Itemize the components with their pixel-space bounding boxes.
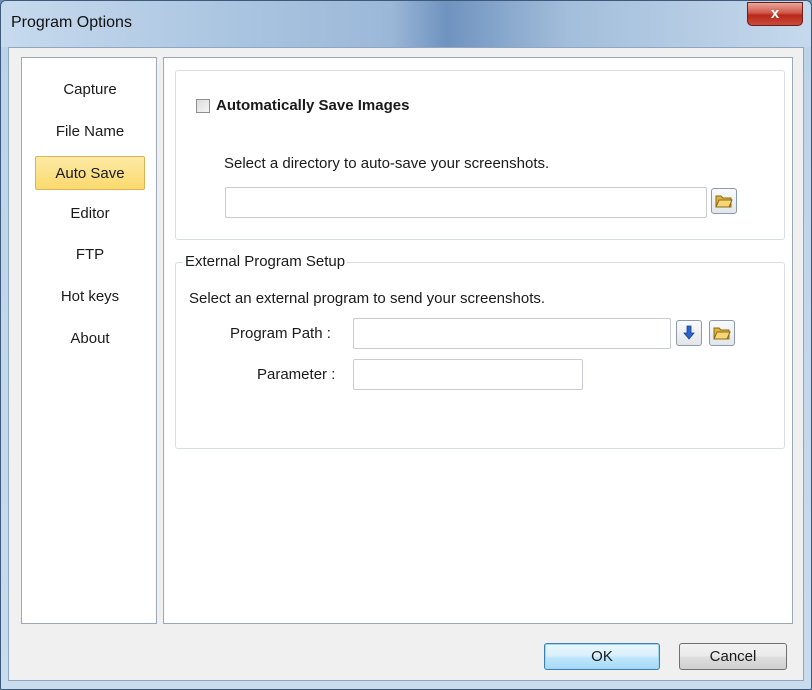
sidebar-item-about[interactable]: About <box>35 322 145 356</box>
sidebar-item-file-name[interactable]: File Name <box>35 115 145 149</box>
title-bar[interactable]: Program Options x <box>1 1 811 47</box>
dialog-client-area: Capture File Name Auto Save Editor FTP H… <box>8 47 804 681</box>
auto-save-checkbox[interactable] <box>196 99 210 113</box>
sidebar-item-hot-keys[interactable]: Hot keys <box>35 280 145 314</box>
auto-save-group: Automatically Save Images Select a direc… <box>175 70 785 240</box>
parameter-label: Parameter : <box>257 366 336 383</box>
program-path-field[interactable] <box>353 318 671 349</box>
sidebar-item-capture[interactable]: Capture <box>35 73 145 107</box>
window-title: Program Options <box>11 14 132 31</box>
program-path-label: Program Path : <box>230 325 331 342</box>
external-program-group: External Program Setup Select an externa… <box>175 253 785 449</box>
folder-open-icon <box>715 195 733 208</box>
auto-save-checkbox-label[interactable]: Automatically Save Images <box>216 97 409 114</box>
options-sidebar: Capture File Name Auto Save Editor FTP H… <box>21 57 157 624</box>
ok-button[interactable]: OK <box>544 643 660 670</box>
external-program-legend: External Program Setup <box>183 253 348 270</box>
cancel-button[interactable]: Cancel <box>679 643 787 670</box>
sidebar-item-auto-save[interactable]: Auto Save <box>35 156 145 190</box>
program-options-window: Program Options x Capture File Name Auto… <box>0 0 812 690</box>
arrow-down-icon <box>683 325 695 340</box>
browse-program-button[interactable] <box>709 320 735 346</box>
external-program-description: Select an external program to send your … <box>189 290 546 307</box>
close-button[interactable]: x <box>747 2 803 26</box>
select-program-button[interactable] <box>676 320 702 346</box>
parameter-field[interactable] <box>353 359 583 390</box>
auto-save-panel: Automatically Save Images Select a direc… <box>163 57 793 624</box>
sidebar-item-ftp[interactable]: FTP <box>35 238 145 272</box>
browse-directory-button[interactable] <box>711 188 737 214</box>
folder-open-icon <box>713 327 731 340</box>
auto-save-directory-field[interactable] <box>225 187 707 218</box>
sidebar-item-editor[interactable]: Editor <box>35 197 145 231</box>
close-icon: x <box>770 5 780 22</box>
auto-save-description: Select a directory to auto-save your scr… <box>224 155 550 172</box>
